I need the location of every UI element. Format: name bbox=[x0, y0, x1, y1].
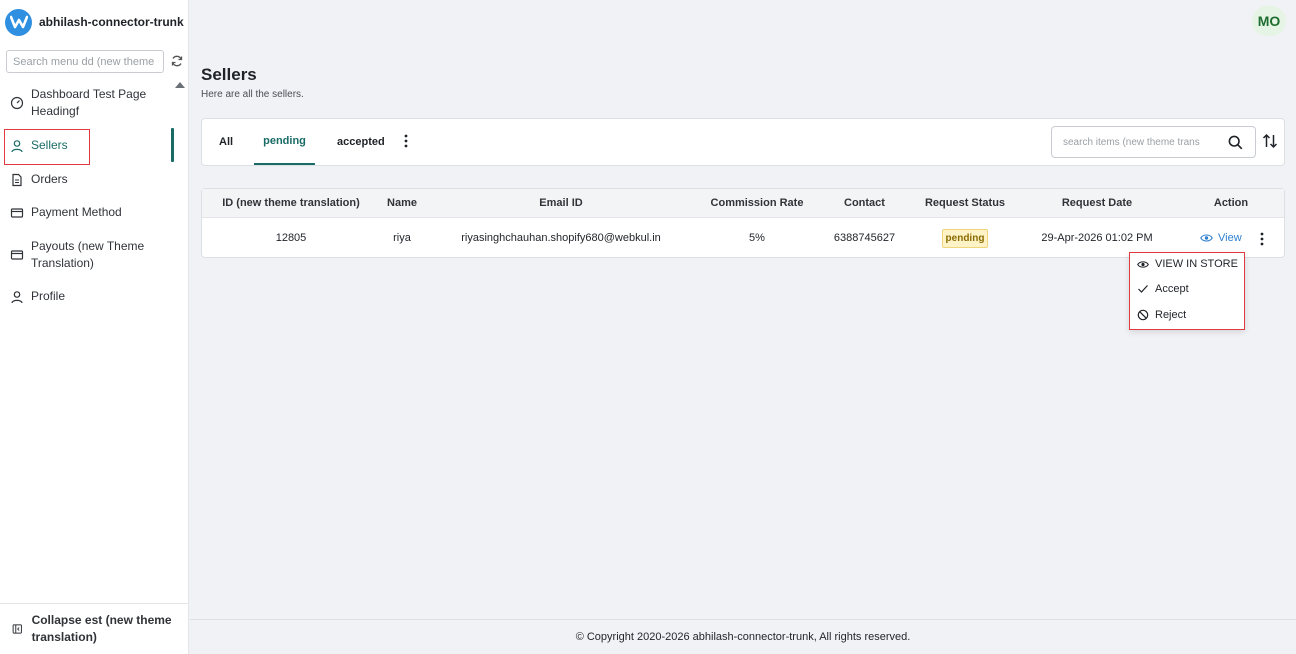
sidebar-item-label: Payment Method bbox=[31, 205, 122, 219]
sidebar-item-label: Dashboard Test Page Headingf bbox=[31, 87, 147, 118]
sellers-table: ID (new theme translation) Name Email ID… bbox=[201, 188, 1285, 258]
sidebar-item-orders[interactable]: Orders bbox=[10, 171, 68, 188]
footer: © Copyright 2020-2026 abhilash-connector… bbox=[190, 619, 1296, 654]
sidebar-item-label: Payouts (new Theme Translation) bbox=[31, 239, 145, 270]
column-header-email: Email ID bbox=[539, 197, 583, 209]
refresh-icon[interactable] bbox=[170, 54, 184, 68]
menu-item-accept[interactable]: Accept bbox=[1137, 279, 1189, 299]
brand[interactable]: abhilash-connector-trunk bbox=[5, 8, 184, 36]
sidebar-item-payouts[interactable]: Payouts (new Theme Translation) bbox=[10, 238, 160, 272]
tab-all[interactable]: All bbox=[219, 119, 233, 165]
card-icon bbox=[10, 250, 24, 260]
search-icon[interactable] bbox=[1228, 135, 1243, 150]
cell-contact: 6388745627 bbox=[833, 232, 896, 244]
collapse-sidebar-button[interactable]: Collapse est (new theme translation) bbox=[0, 603, 189, 654]
status-badge: pending bbox=[941, 228, 989, 248]
cell-request-status: pending bbox=[913, 218, 1017, 258]
tabs-card: All pending accepted bbox=[201, 118, 1285, 166]
tab-accepted[interactable]: accepted bbox=[337, 119, 385, 165]
cell-id: 12805 bbox=[275, 232, 307, 244]
tab-pending[interactable]: pending bbox=[254, 119, 315, 165]
column-header-commission: Commission Rate bbox=[710, 197, 804, 209]
user-icon bbox=[11, 290, 23, 303]
check-icon bbox=[1138, 285, 1148, 293]
row-more-vertical-icon[interactable] bbox=[1257, 231, 1267, 247]
scroll-up-arrow-icon[interactable] bbox=[175, 82, 185, 88]
sidebar-item-label: Profile bbox=[31, 289, 66, 303]
page-title: Sellers bbox=[201, 65, 257, 84]
menu-item-reject[interactable]: Reject bbox=[1137, 305, 1186, 325]
collapse-label: Collapse est (new theme translation) bbox=[31, 613, 172, 644]
cell-commission: 5% bbox=[749, 232, 765, 244]
page-subtitle: Here are all the sellers. bbox=[201, 89, 304, 100]
sidebar-item-profile[interactable]: Profile bbox=[10, 288, 65, 305]
menu-item-label: Reject bbox=[1155, 309, 1187, 321]
table-header: ID (new theme translation) Name Email ID… bbox=[202, 189, 1284, 218]
menu-item-label: VIEW IN STORE bbox=[1155, 258, 1238, 270]
column-header-request-date: Request Date bbox=[1061, 197, 1133, 209]
sidebar-scrollbar-thumb[interactable] bbox=[171, 128, 174, 162]
cell-name: riya bbox=[393, 232, 411, 244]
sidebar-item-payment-method[interactable]: Payment Method bbox=[10, 204, 122, 221]
brand-name: abhilash-connector-trunk bbox=[39, 15, 184, 29]
sidebar: abhilash-connector-trunk Dashboard Test … bbox=[0, 0, 189, 654]
view-label: View bbox=[1218, 232, 1242, 244]
search-items-field[interactable] bbox=[1051, 126, 1256, 158]
row-actions-menu: VIEW IN STORE Accept Reject bbox=[1129, 252, 1245, 330]
card-icon bbox=[10, 207, 24, 218]
column-header-action: Action bbox=[1213, 197, 1249, 209]
column-header-contact: Contact bbox=[844, 197, 885, 209]
menu-item-label: Accept bbox=[1155, 283, 1189, 295]
column-header-id: ID (new theme translation) bbox=[222, 197, 360, 209]
column-header-name: Name bbox=[387, 197, 417, 209]
eye-icon bbox=[1137, 260, 1149, 268]
avatar[interactable]: MO bbox=[1252, 6, 1286, 36]
sidebar-item-label: Orders bbox=[31, 172, 68, 186]
eye-icon bbox=[1200, 234, 1213, 242]
search-items-input[interactable] bbox=[1063, 128, 1223, 156]
brand-logo-icon bbox=[5, 8, 32, 36]
collapse-panel-icon bbox=[12, 624, 22, 634]
column-header-request-status: Request Status bbox=[924, 197, 1006, 209]
search-menu-input[interactable] bbox=[6, 50, 164, 73]
more-vertical-icon[interactable] bbox=[401, 133, 411, 149]
menu-item-view-in-store[interactable]: VIEW IN STORE bbox=[1137, 254, 1238, 274]
block-icon bbox=[1137, 309, 1149, 321]
cell-email: riyasinghchauhan.shopify680@webkul.in bbox=[461, 232, 661, 244]
sellers-highlight-box bbox=[4, 129, 90, 165]
document-icon bbox=[12, 173, 22, 186]
dashboard-icon bbox=[10, 96, 24, 110]
sidebar-item-dashboard[interactable]: Dashboard Test Page Headingf bbox=[10, 86, 160, 120]
sort-icon[interactable] bbox=[1262, 132, 1278, 150]
